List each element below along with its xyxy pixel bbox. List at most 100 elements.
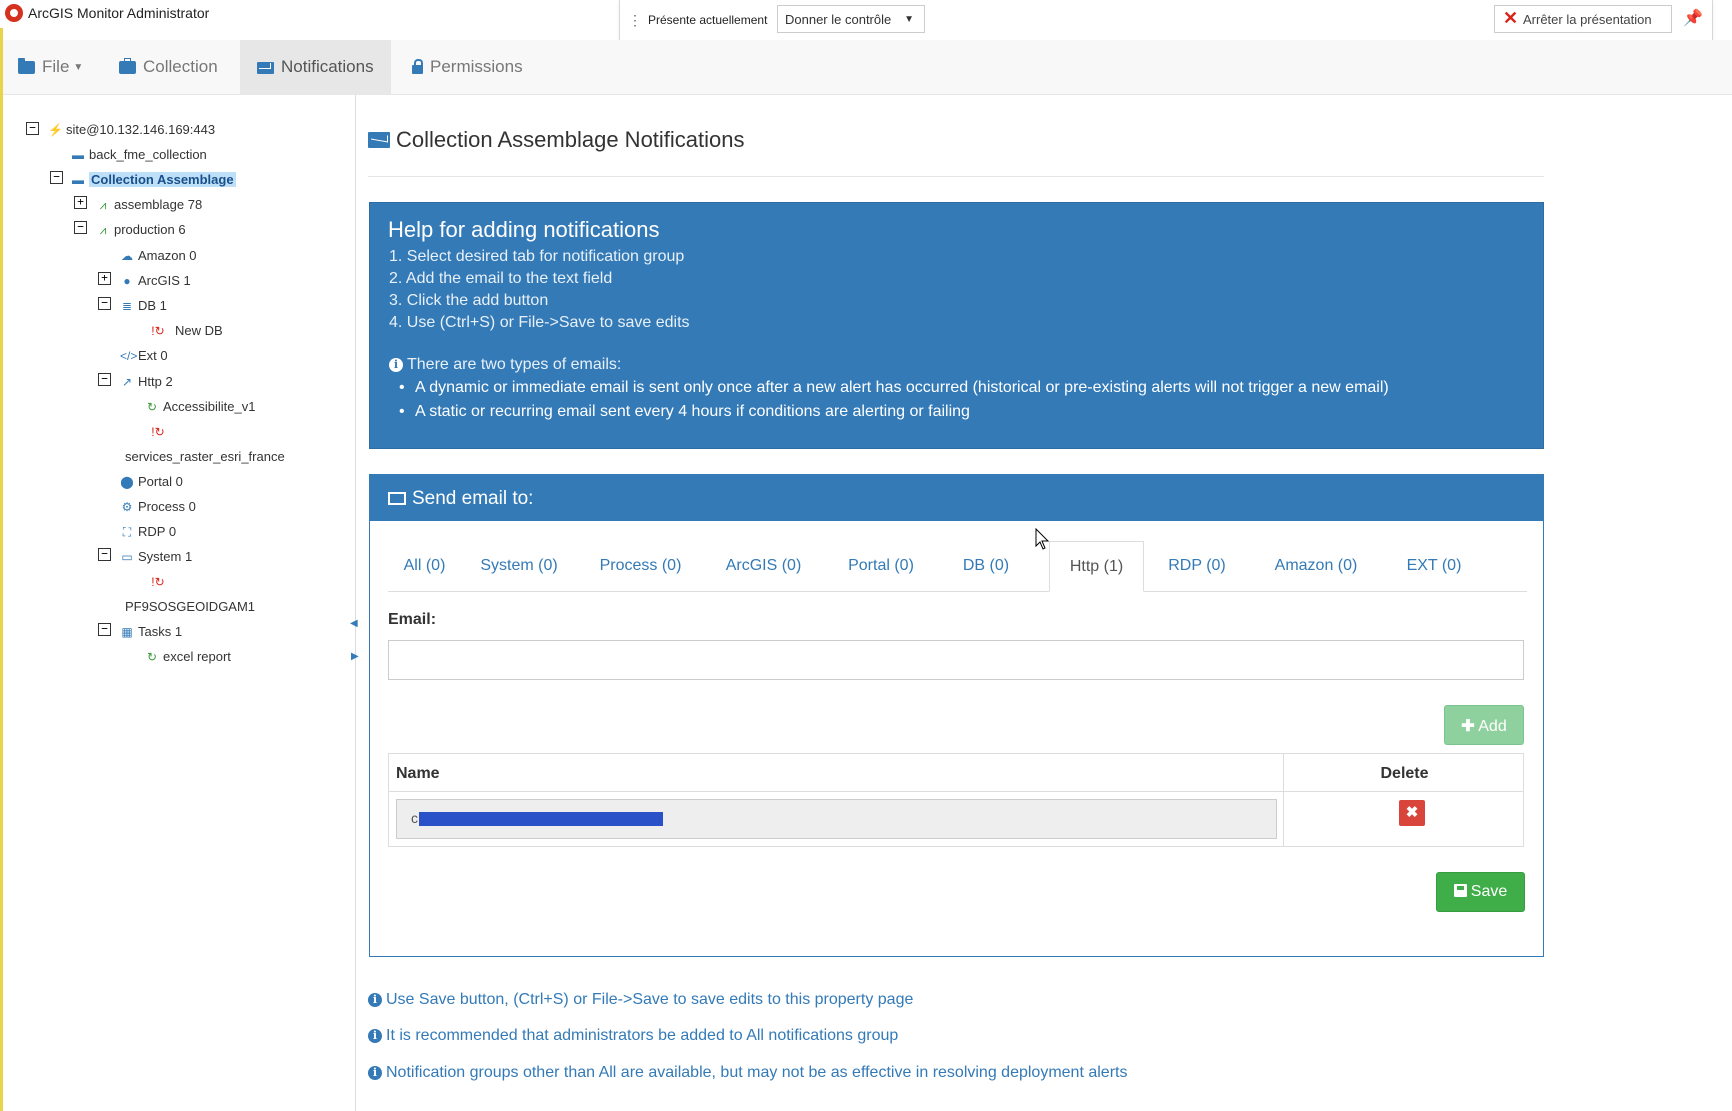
app-title: ArcGIS Monitor Administrator	[28, 5, 210, 21]
tree-node-assemblage[interactable]: ⩘ assemblage 78	[96, 197, 203, 213]
tab-all[interactable]: All (0)	[388, 541, 461, 591]
line-chart-icon: ⩘	[99, 223, 107, 237]
tab-process[interactable]: Process (0)	[577, 541, 704, 591]
line-chart-icon: ⩘	[99, 198, 107, 212]
collapse-toggle[interactable]: −	[98, 373, 111, 386]
email-input[interactable]	[388, 640, 1524, 680]
tree-label: ArcGIS 1	[138, 273, 191, 288]
help-info-text: There are two types of emails:	[407, 356, 622, 373]
collapse-toggle[interactable]: −	[98, 623, 111, 636]
tree-node-back-fme[interactable]: ▬ back_fme_collection	[71, 147, 207, 162]
expand-sidebar-icon[interactable]: ▶	[351, 651, 359, 662]
briefcase-icon: ▬	[72, 148, 84, 162]
presentation-toolbar: ⋮ Présente actuellement Donner le contrô…	[619, 0, 1713, 41]
tree-node-alert[interactable]: !↻	[145, 424, 175, 439]
envelope-outline-icon	[388, 492, 406, 505]
tabs-divider	[388, 591, 1527, 592]
email-table: Name Delete c ✖	[388, 753, 1524, 847]
tree-node-accessibilite[interactable]: ↻ Accessibilite_v1	[145, 399, 256, 414]
help-title: Help for adding notifications	[388, 217, 660, 242]
tree-label: System 1	[138, 549, 193, 564]
tree-node-alert[interactable]: !↻	[145, 574, 175, 589]
add-button[interactable]: ✚ Add	[1444, 705, 1524, 745]
tab-amazon[interactable]: Amazon (0)	[1250, 541, 1382, 591]
tree-node-arcgis[interactable]: ● ArcGIS 1	[120, 273, 191, 288]
help-bullet: A dynamic or immediate email is sent onl…	[399, 379, 1389, 397]
footer-note-text: It is recommended that administrators be…	[386, 1027, 899, 1044]
help-panel: Help for adding notifications 1. Select …	[369, 202, 1544, 449]
tab-arcgis[interactable]: ArcGIS (0)	[704, 541, 823, 591]
tab-http[interactable]: Http (1)	[1049, 541, 1144, 592]
stop-presenting-label: Arrêter la présentation	[1523, 12, 1652, 27]
nav-file-label: File	[42, 57, 70, 76]
cloud-icon: ☁	[121, 249, 133, 263]
collapse-sidebar-icon[interactable]: ◀	[350, 618, 358, 629]
nav-notifications[interactable]: Notifications	[240, 40, 391, 94]
tree-node-collection-assemblage[interactable]: ▬ Collection Assemblage	[71, 172, 236, 187]
alert-refresh-icon: !↻	[151, 324, 165, 338]
tree-node-http[interactable]: ↗ Http 2	[120, 374, 173, 389]
tab-system[interactable]: System (0)	[461, 541, 577, 591]
drag-handle-icon[interactable]: ⋮	[628, 10, 642, 30]
alert-refresh-icon: !↻	[151, 425, 165, 439]
email-row-value: c	[411, 810, 418, 826]
nav-file-menu[interactable]: File ▼	[18, 40, 96, 94]
tab-db[interactable]: DB (0)	[939, 541, 1033, 591]
tree-node-amazon[interactable]: ☁ Amazon 0	[120, 248, 197, 263]
briefcase-icon: ▬	[72, 173, 84, 187]
email-row-field[interactable]: c	[396, 799, 1277, 839]
tree-node-site[interactable]: ⚡ site@10.132.146.169:443	[48, 122, 215, 137]
plug-icon: ⚡	[48, 123, 63, 137]
give-control-dropdown[interactable]: Donner le contrôle ▼	[777, 5, 925, 33]
tree-node-production[interactable]: ⩘ production 6	[96, 222, 186, 238]
nav-permissions-label: Permissions	[430, 57, 523, 76]
collapse-toggle[interactable]: −	[50, 171, 63, 184]
save-button[interactable]: Save	[1436, 872, 1525, 912]
collapse-toggle[interactable]: −	[74, 221, 87, 234]
footer-note: i Use Save button, (Ctrl+S) or File->Save…	[368, 991, 913, 1009]
expand-toggle[interactable]: +	[74, 196, 87, 209]
tree-label: RDP 0	[138, 524, 177, 539]
tree-node-services-raster[interactable]: services_raster_esri_france	[125, 449, 285, 464]
tree-node-portal[interactable]: ⬤ Portal 0	[120, 474, 183, 489]
tree-node-process[interactable]: ⚙ Process 0	[120, 499, 196, 514]
tree-node-ext[interactable]: </>Ext 0	[120, 348, 168, 363]
nav-collection[interactable]: Collection	[119, 40, 231, 94]
tree-node-rdp[interactable]: ⛶ RDP 0	[120, 524, 176, 540]
tab-rdp[interactable]: RDP (0)	[1144, 541, 1250, 591]
collapse-toggle[interactable]: −	[26, 122, 39, 135]
desktop-icon: ▭	[121, 550, 133, 564]
help-info: i There are two types of emails:	[389, 356, 621, 374]
help-step: 3. Click the add button	[389, 292, 549, 309]
tab-ext[interactable]: EXT (0)	[1382, 541, 1486, 591]
page-title-text: Collection Assemblage Notifications	[396, 127, 745, 152]
delete-row-button[interactable]: ✖	[1399, 800, 1425, 826]
tree-label: PF9SOSGEOIDGAM1	[125, 599, 256, 614]
help-bullet: A static or recurring email sent every 4…	[399, 403, 970, 421]
collapse-toggle[interactable]: −	[98, 548, 111, 561]
tree-node-system[interactable]: ▭ System 1	[120, 549, 192, 564]
tree-node-new-db[interactable]: !↻ New DB	[145, 323, 222, 338]
table-header-rule	[389, 791, 1523, 792]
expand-toggle[interactable]: +	[98, 272, 111, 285]
tree-label: Tasks 1	[138, 624, 183, 639]
help-step: 2. Add the email to the text field	[389, 270, 613, 287]
mouse-cursor-icon	[1035, 528, 1050, 550]
tree-label: Accessibilite_v1	[163, 399, 256, 414]
caret-down-icon: ▼	[904, 14, 914, 25]
stop-presenting-button[interactable]: ✕ Arrêter la présentation	[1494, 5, 1672, 33]
presenting-status: Présente actuellement	[648, 13, 768, 27]
tree-node-db[interactable]: ≣ DB 1	[120, 298, 167, 313]
help-step: 1. Select desired tab for notification g…	[389, 248, 685, 265]
footer-note-text: Use Save button, (Ctrl+S) or File->Save …	[386, 991, 914, 1008]
collapse-toggle[interactable]: −	[98, 297, 111, 310]
refresh-icon: ↻	[146, 400, 158, 414]
nav-permissions[interactable]: Permissions	[412, 40, 542, 94]
tree-node-excel-report[interactable]: ↻ excel report	[145, 649, 231, 664]
arcgis-logo-icon	[5, 4, 23, 22]
tree-node-tasks[interactable]: ▦ Tasks 1	[120, 624, 182, 639]
tab-portal[interactable]: Portal (0)	[823, 541, 939, 591]
tree-node-pf9[interactable]: PF9SOSGEOIDGAM1	[125, 599, 255, 614]
briefcase-icon	[119, 58, 136, 74]
pin-icon[interactable]: 📌	[1683, 8, 1703, 30]
